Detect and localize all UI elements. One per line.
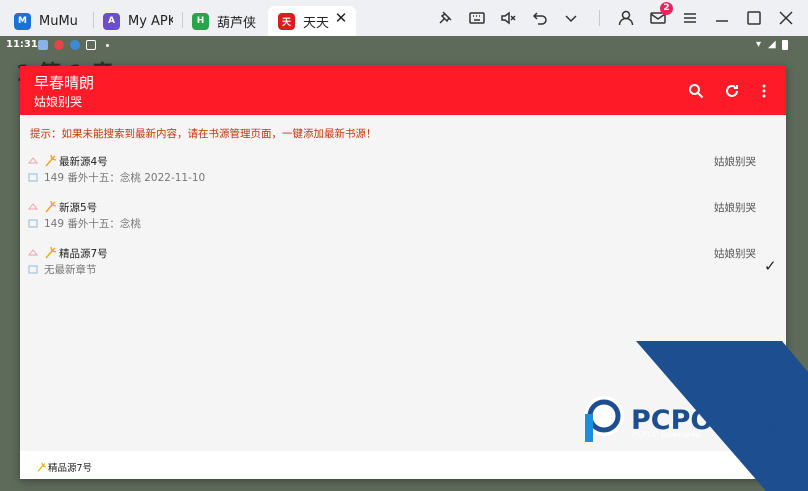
source-row[interactable]: 新源5号 149 番外十五：念桃 姑娘别哭: [20, 198, 786, 244]
tab-divider: [93, 12, 94, 28]
tab-huluxia[interactable]: H 葫芦侠: [192, 6, 262, 36]
mail-count-badge: 2: [660, 2, 673, 15]
status-time: 11:31: [6, 39, 38, 50]
pin-icon[interactable]: [436, 9, 454, 27]
close-window-icon[interactable]: [777, 9, 795, 27]
watermark-sub: PCPOP Download: [632, 430, 701, 439]
keyboard-icon[interactable]: [468, 9, 486, 27]
toolbar-divider: [599, 10, 600, 26]
emulator-tab-bar: M MuMu A My APK H 葫芦侠 天 天天 ✕ 2: [0, 0, 808, 36]
source-row-selected[interactable]: 精品源7号 无最新章节 姑娘别哭 ✓: [20, 244, 786, 290]
wifi-icon: ▾: [756, 39, 762, 50]
source-name: 精品源7号: [59, 248, 108, 260]
cube-icon: [86, 40, 96, 50]
firework-icon: [45, 154, 57, 167]
source-row[interactable]: 最新源4号 149 番外十五：念桃 2022-11-10 姑娘别哭: [20, 152, 786, 198]
signal-icon: ◢: [768, 39, 776, 50]
source-mark-icon: [27, 203, 39, 210]
source-name: 最新源4号: [59, 156, 108, 168]
search-hint: 提示：如果未能搜索到最新内容，请在书源管理页面，一键添加最新书源！: [30, 128, 377, 140]
current-source-bar[interactable]: 精品源7号: [20, 451, 786, 479]
source-latest-chapter: 149 番外十五：念桃: [44, 218, 141, 230]
selected-check-icon: ✓: [764, 257, 777, 275]
maximize-icon[interactable]: [745, 9, 763, 27]
tab-mumu[interactable]: M MuMu: [14, 6, 92, 36]
current-source: 精品源7号: [36, 460, 92, 474]
book-title: 早春晴朗: [34, 74, 95, 92]
tab-label: MuMu: [39, 13, 78, 29]
source-origin: 姑娘别哭: [714, 248, 756, 260]
apk-icon: A: [103, 12, 120, 30]
source-latest-chapter: 149 番外十五：念桃 2022-11-10: [44, 172, 206, 184]
close-tab-icon[interactable]: ✕: [333, 10, 349, 26]
mumu-icon: M: [14, 12, 31, 30]
source-latest-chapter: 无最新章节: [44, 264, 97, 276]
notification-icon: [54, 40, 64, 50]
chevron-down-icon[interactable]: [562, 9, 580, 27]
mute-icon[interactable]: [499, 9, 517, 27]
tab-label: My APK: [128, 13, 173, 29]
firework-icon: [45, 200, 57, 213]
book-icon: [28, 173, 38, 182]
dot-icon: [106, 44, 109, 47]
back-icon[interactable]: [531, 9, 549, 27]
battery-icon: [782, 40, 788, 50]
tiantian-icon: 天: [278, 12, 295, 30]
firework-icon: [37, 462, 46, 472]
huluxia-icon: H: [192, 12, 209, 30]
search-icon[interactable]: [686, 81, 706, 101]
refresh-icon[interactable]: [722, 81, 742, 101]
tab-label: 葫芦侠: [217, 15, 257, 31]
android-status-bar: 11:31 ▾ ◢: [0, 36, 808, 54]
minimize-icon[interactable]: [713, 9, 731, 27]
more-options-icon[interactable]: [754, 81, 774, 101]
firework-icon: [45, 246, 57, 259]
tab-my-apk[interactable]: A My APK: [103, 6, 173, 36]
book-icon: [28, 219, 38, 228]
notification-icon: [70, 40, 80, 50]
dialog-toolbar: 早春晴朗 姑娘别哭: [20, 66, 786, 115]
tab-divider: [182, 12, 183, 28]
source-origin: 姑娘别哭: [714, 202, 756, 214]
book-icon: [28, 265, 38, 274]
source-mark-icon: [27, 249, 39, 256]
account-icon[interactable]: [617, 9, 635, 27]
source-name: 新源5号: [59, 202, 98, 214]
source-mark-icon: [27, 157, 39, 164]
menu-icon[interactable]: [681, 9, 699, 27]
tab-label: 天天: [303, 15, 330, 31]
source-origin: 姑娘别哭: [714, 156, 756, 168]
current-source-name: 精品源7号: [48, 463, 93, 474]
book-author: 姑娘别哭: [34, 95, 83, 109]
app-notification-icon: [38, 40, 48, 50]
